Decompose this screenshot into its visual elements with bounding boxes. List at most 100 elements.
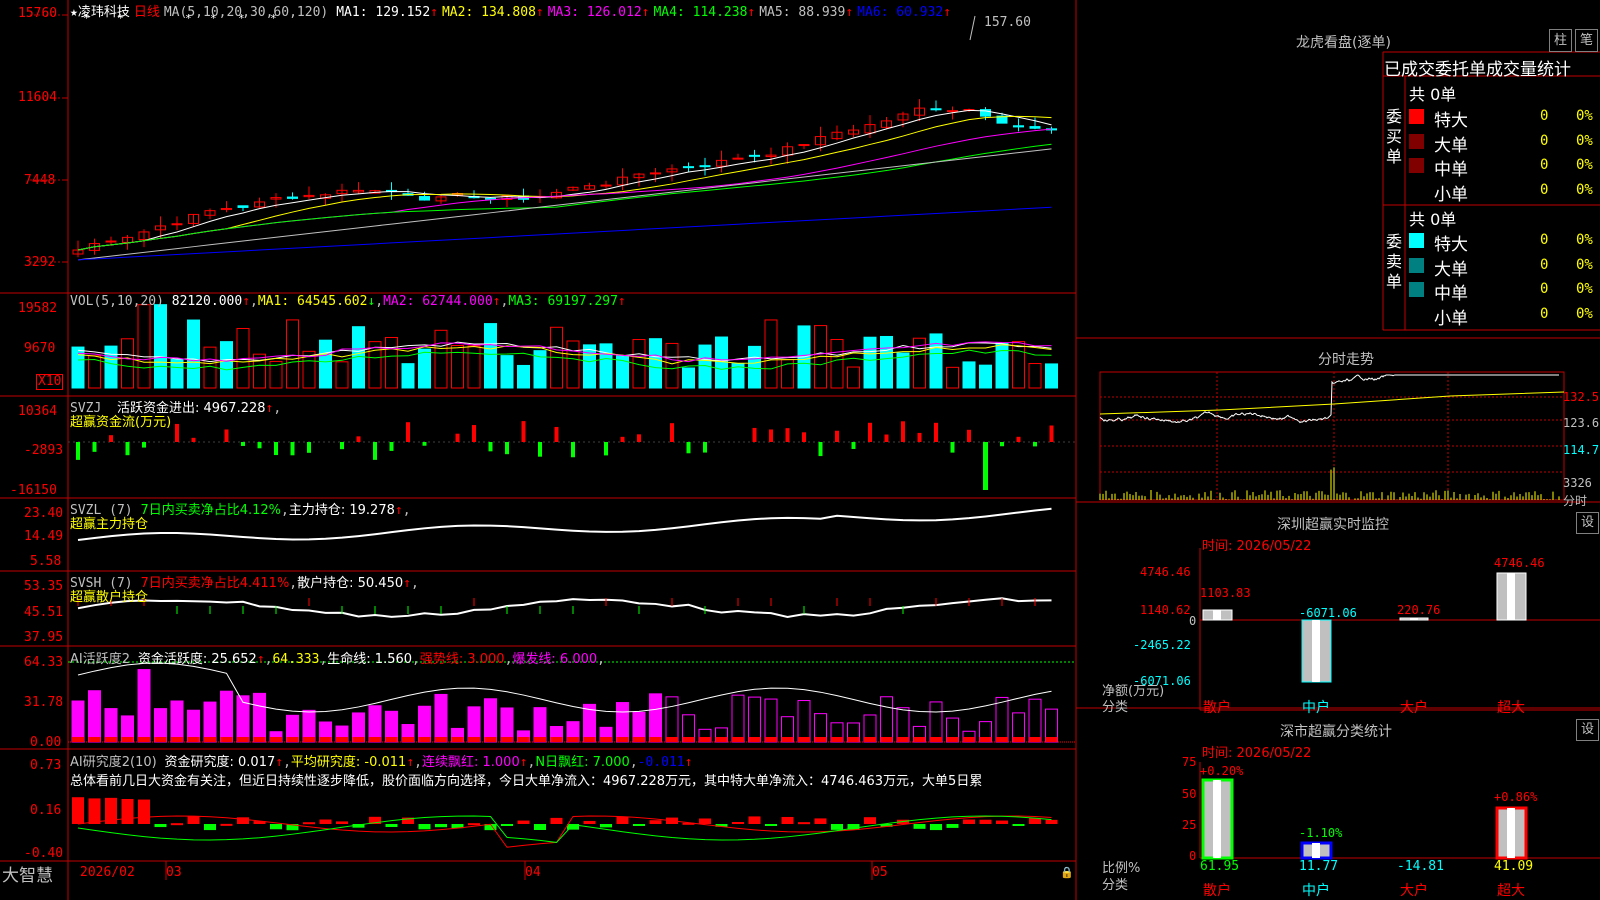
ma6-value: MA6: 60.932 xyxy=(857,5,944,20)
ai2-degree: 资金活跃度: 25.652 xyxy=(137,652,257,667)
buy-row-name: 特大 xyxy=(1434,111,1468,131)
fund-flow-bar xyxy=(290,442,295,456)
research-bar xyxy=(88,798,101,824)
sell-row-name: 特大 xyxy=(1434,235,1468,255)
research-bar xyxy=(996,820,1008,824)
svzl-tick: 5.58 xyxy=(30,554,62,569)
ai2-tick: 0.00 xyxy=(30,735,62,750)
fund-flow-bar xyxy=(884,434,889,442)
activity-base xyxy=(220,737,233,742)
volume-bar xyxy=(484,323,497,389)
volume-bar xyxy=(748,345,761,389)
sz-bar-value: -6071.06 xyxy=(1299,606,1357,620)
fund-flow-bar xyxy=(802,432,806,442)
research-bar xyxy=(270,824,282,830)
cls-settings-button[interactable]: 设 xyxy=(1576,719,1599,741)
ma-line xyxy=(77,143,1052,251)
fund-flow-bar xyxy=(191,437,196,442)
volume-bar xyxy=(583,344,596,389)
activity-bar xyxy=(500,707,514,743)
research-bar xyxy=(913,824,926,829)
research-bar xyxy=(633,824,645,826)
ma3-value: MA3: 126.012 xyxy=(547,5,642,20)
air-tick: 0.16 xyxy=(30,803,62,818)
fund-flow-bar xyxy=(818,442,823,457)
buy-group-label: 委买单 xyxy=(1386,107,1403,166)
buy-row-name: 大单 xyxy=(1434,135,1468,156)
tab-zhu[interactable]: 柱 xyxy=(1549,29,1572,52)
candle xyxy=(1013,125,1024,128)
lock-icon[interactable]: 🔒 xyxy=(1060,866,1074,879)
fund-flow-bar xyxy=(340,442,344,450)
sz-tick: 0 xyxy=(1189,614,1197,628)
activity-base xyxy=(699,737,711,742)
activity-bar xyxy=(649,693,662,743)
fenshi-tick: 3326 xyxy=(1563,476,1592,490)
activity-base xyxy=(913,737,926,742)
activity-base xyxy=(963,737,975,742)
fenshi-price-line xyxy=(1099,374,1559,424)
activity-bar xyxy=(88,690,101,743)
stats-header: 已成交委托单成交量统计 xyxy=(1384,60,1571,80)
candle xyxy=(732,157,744,160)
fund-flow-bar xyxy=(571,442,575,458)
activity-base xyxy=(468,737,480,742)
volume-bar xyxy=(946,366,959,389)
fund-flow-bar xyxy=(356,436,361,442)
vol-tick: 9670 xyxy=(24,341,56,356)
research-bar xyxy=(303,822,315,825)
color-swatch xyxy=(1409,133,1424,149)
activity-base xyxy=(138,737,150,742)
research-bar xyxy=(649,820,662,824)
fenshi-tick: 123.6 xyxy=(1563,416,1600,430)
fund-flow-bar xyxy=(554,426,559,442)
fund-flow-bar xyxy=(604,442,608,456)
ai2-life: 生命线: 1.560 xyxy=(327,652,413,667)
research-bar xyxy=(831,824,843,830)
activity-bar xyxy=(764,698,778,743)
volume-bar xyxy=(847,366,860,389)
volume-bar xyxy=(995,342,1009,389)
sz-category: 超大 xyxy=(1497,700,1525,716)
research-bar xyxy=(435,824,447,828)
sz-bar-highlight xyxy=(1213,610,1221,620)
volume-bar xyxy=(451,345,464,389)
research-bar xyxy=(798,822,810,825)
high-price-mark: 157.60 xyxy=(984,15,1031,30)
research-bar xyxy=(138,799,150,824)
cls-bar-highlight xyxy=(1507,808,1515,858)
fenshi-tick: 114.7 xyxy=(1563,443,1600,457)
activity-bar xyxy=(220,690,233,743)
buy-total: 共 0单 xyxy=(1409,85,1457,104)
research-bar xyxy=(979,819,992,824)
cls-category: 散户 xyxy=(1203,883,1231,899)
ai-research-comment: 总体看前几日大资金有关注，但近日持续性逐步降低，股价面临方向选择，今日大单净流入… xyxy=(70,774,983,789)
volume-bar xyxy=(962,361,976,389)
sz-settings-button[interactable]: 设 xyxy=(1576,512,1599,534)
buy-row-pct: 0% xyxy=(1576,181,1593,198)
date-label: 05 xyxy=(872,865,888,880)
volume-bar xyxy=(665,342,679,389)
buy-row-pct: 0% xyxy=(1576,157,1593,173)
tab-bi[interactable]: 笔 xyxy=(1575,29,1598,52)
fund-flow-bar xyxy=(1000,442,1004,447)
candle xyxy=(287,196,298,199)
fund-flow-bar xyxy=(851,442,856,449)
activity-base xyxy=(187,737,200,742)
svsh-ratio: 7日内买卖净占比4.411% xyxy=(140,576,290,591)
period-label[interactable]: 日线 xyxy=(134,5,160,20)
cls-title: 深市超赢分类统计 xyxy=(1280,724,1392,740)
cls-bar-value: 41.09 xyxy=(1494,859,1534,874)
research-bar xyxy=(864,817,876,824)
activity-base xyxy=(930,737,942,742)
sell-row-count: 0 xyxy=(1540,232,1549,248)
research-bar xyxy=(699,818,711,824)
activity-base xyxy=(798,737,810,742)
fund-flow-bar xyxy=(241,442,245,446)
candle xyxy=(419,196,430,201)
air-avg: 平均研究度: -0.011 xyxy=(290,755,407,770)
vol-unit-badge: X10 xyxy=(36,374,64,390)
activity-base xyxy=(831,737,843,742)
fund-flow-bar xyxy=(373,442,377,460)
research-bar xyxy=(550,817,563,824)
